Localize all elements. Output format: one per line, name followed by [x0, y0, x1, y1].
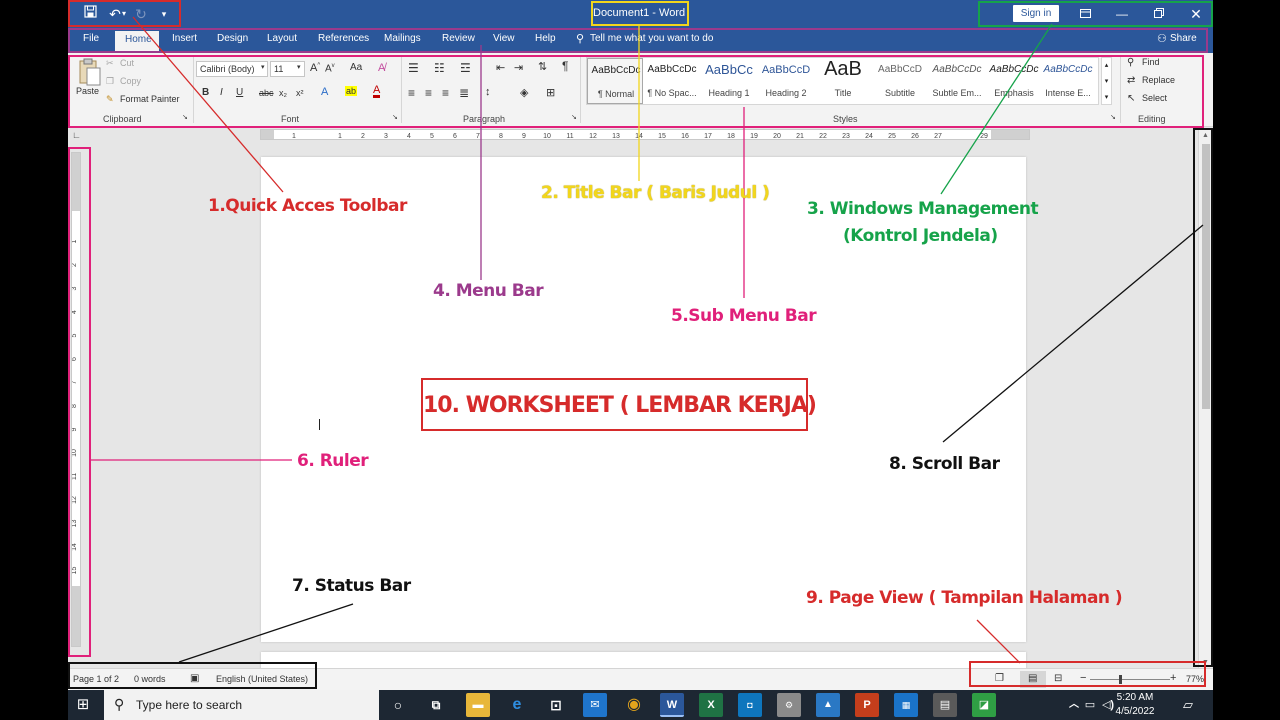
task-view-icon[interactable]: ⧉ [424, 693, 448, 717]
menu-bar-highlight-box [68, 28, 1208, 53]
file-explorer-icon[interactable]: ▬ [466, 693, 490, 717]
annotation-status-bar: 7. Status Bar [292, 576, 411, 596]
horizontal-ruler[interactable]: 2112345678910111213141516171819202122232… [260, 129, 1030, 140]
search-icon: ⚲ [114, 696, 125, 712]
title-highlight-box [591, 1, 689, 26]
h-ruler-tick-label: 3 [384, 133, 388, 139]
h-ruler-tick-label: 4 [407, 133, 411, 139]
h-ruler-tick-label: 2 [361, 133, 365, 139]
left-letterbox [0, 0, 68, 720]
clock-time[interactable]: 5:20 AM [1110, 692, 1160, 703]
powerpoint-icon[interactable]: P [855, 693, 879, 717]
annotation-title-bar: 2. Title Bar ( Baris Judul ) [541, 183, 770, 203]
h-ruler-tick-label: 24 [865, 133, 873, 139]
worksheet-annotation-box: 10. WORKSHEET ( LEMBAR KERJA) [421, 378, 817, 431]
tab-selector-icon[interactable]: ∟ [72, 130, 82, 140]
right-letterbox [1213, 0, 1280, 720]
h-ruler-tick-label: 8 [499, 133, 503, 139]
photos-icon[interactable]: ▲ [816, 693, 840, 717]
h-ruler-tick-label: 10 [543, 133, 551, 139]
h-ruler-tick-label: 14 [635, 133, 643, 139]
calendar-icon[interactable]: ▦ [894, 693, 918, 717]
windows-start-icon[interactable]: ⊞ [74, 696, 92, 714]
h-ruler-tick-label: 7 [476, 133, 480, 139]
page-view-highlight-box [969, 661, 1206, 687]
annotation-windows-management: 3. Windows Management [807, 199, 1039, 219]
tools-app-icon[interactable]: ⚙ [777, 693, 801, 717]
h-ruler-tick-label: 1 [292, 133, 296, 139]
taskbar-search-box[interactable]: ⚲ Type here to search [104, 690, 379, 720]
h-ruler-tick-label: 15 [658, 133, 666, 139]
h-ruler-tick-label: 16 [681, 133, 689, 139]
h-ruler-tick-label: 23 [842, 133, 850, 139]
h-ruler-tick-label: 11 [566, 133, 573, 139]
h-ruler-tick-label: 19 [750, 133, 758, 139]
scrollbar-highlight-box [1193, 128, 1213, 667]
h-ruler-tick-label: 26 [911, 133, 919, 139]
clock-date[interactable]: 4/5/2022 [1110, 706, 1160, 717]
left-margin-area [261, 130, 274, 139]
annotation-windows-management-sub: (Kontrol Jendela) [843, 226, 998, 246]
h-ruler-tick-label: 17 [704, 133, 712, 139]
annotation-ruler: 6. Ruler [297, 451, 369, 471]
annotation-scroll-bar: 8. Scroll Bar [889, 454, 1000, 474]
cortana-icon[interactable]: ○ [386, 693, 410, 717]
search-placeholder: Type here to search [136, 698, 243, 712]
h-ruler-tick-label: 6 [453, 133, 457, 139]
publisher-icon[interactable]: ◪ [972, 693, 996, 717]
status-bar-highlight-box [68, 662, 317, 689]
word-app-icon[interactable]: W [660, 693, 684, 717]
store-icon[interactable]: ⊡ [544, 693, 568, 717]
annotation-page-view: 9. Page View ( Tampilan Halaman ) [806, 588, 1123, 608]
h-ruler-tick-label: 27 [934, 133, 942, 139]
mail-icon[interactable]: ✉ [583, 693, 607, 717]
horizontal-ruler-ticks: 2112345678910111213141516171819202122232… [269, 133, 1011, 140]
excel-icon[interactable]: X [699, 693, 723, 717]
ruler-highlight-box [68, 147, 91, 657]
h-ruler-tick-label: 12 [589, 133, 597, 139]
h-ruler-tick-label: 25 [888, 133, 896, 139]
chrome-icon[interactable]: ◉ [622, 693, 646, 717]
h-ruler-tick-label: 20 [773, 133, 781, 139]
h-ruler-tick-label: 21 [796, 133, 804, 139]
h-ruler-tick-label: 22 [819, 133, 827, 139]
taskbar: ⊞ ⚲ Type here to search ○ ⧉ ▬ e ⊡ ✉ ◉ W … [68, 690, 1213, 720]
annotation-worksheet: 10. WORKSHEET ( LEMBAR KERJA) [423, 393, 817, 418]
h-ruler-tick-label: 13 [612, 133, 620, 139]
text-cursor [319, 419, 320, 430]
annotation-sub-menu-bar: 5.Sub Menu Bar [671, 306, 817, 326]
h-ruler-tick-label: 18 [727, 133, 735, 139]
h-ruler-tick-label: 1 [338, 133, 342, 139]
notification-icon[interactable]: ▱ [1176, 693, 1200, 717]
h-ruler-tick-label: 5 [430, 133, 434, 139]
edge-icon[interactable]: e [505, 693, 529, 717]
annotation-quick-access-toolbar: 1.Quick Acces Toolbar [208, 196, 407, 216]
qat-highlight-box [68, 0, 181, 27]
camera-app-icon[interactable]: ◘ [738, 693, 762, 717]
calculator-icon[interactable]: ▤ [933, 693, 957, 717]
h-ruler-tick-label: 29 [980, 133, 988, 139]
h-ruler-tick-label: 9 [522, 133, 526, 139]
annotation-menu-bar: 4. Menu Bar [433, 281, 544, 301]
window-controls-highlight-box [978, 1, 1213, 27]
right-margin-area [991, 130, 1029, 139]
ribbon-highlight-box [68, 55, 1204, 128]
